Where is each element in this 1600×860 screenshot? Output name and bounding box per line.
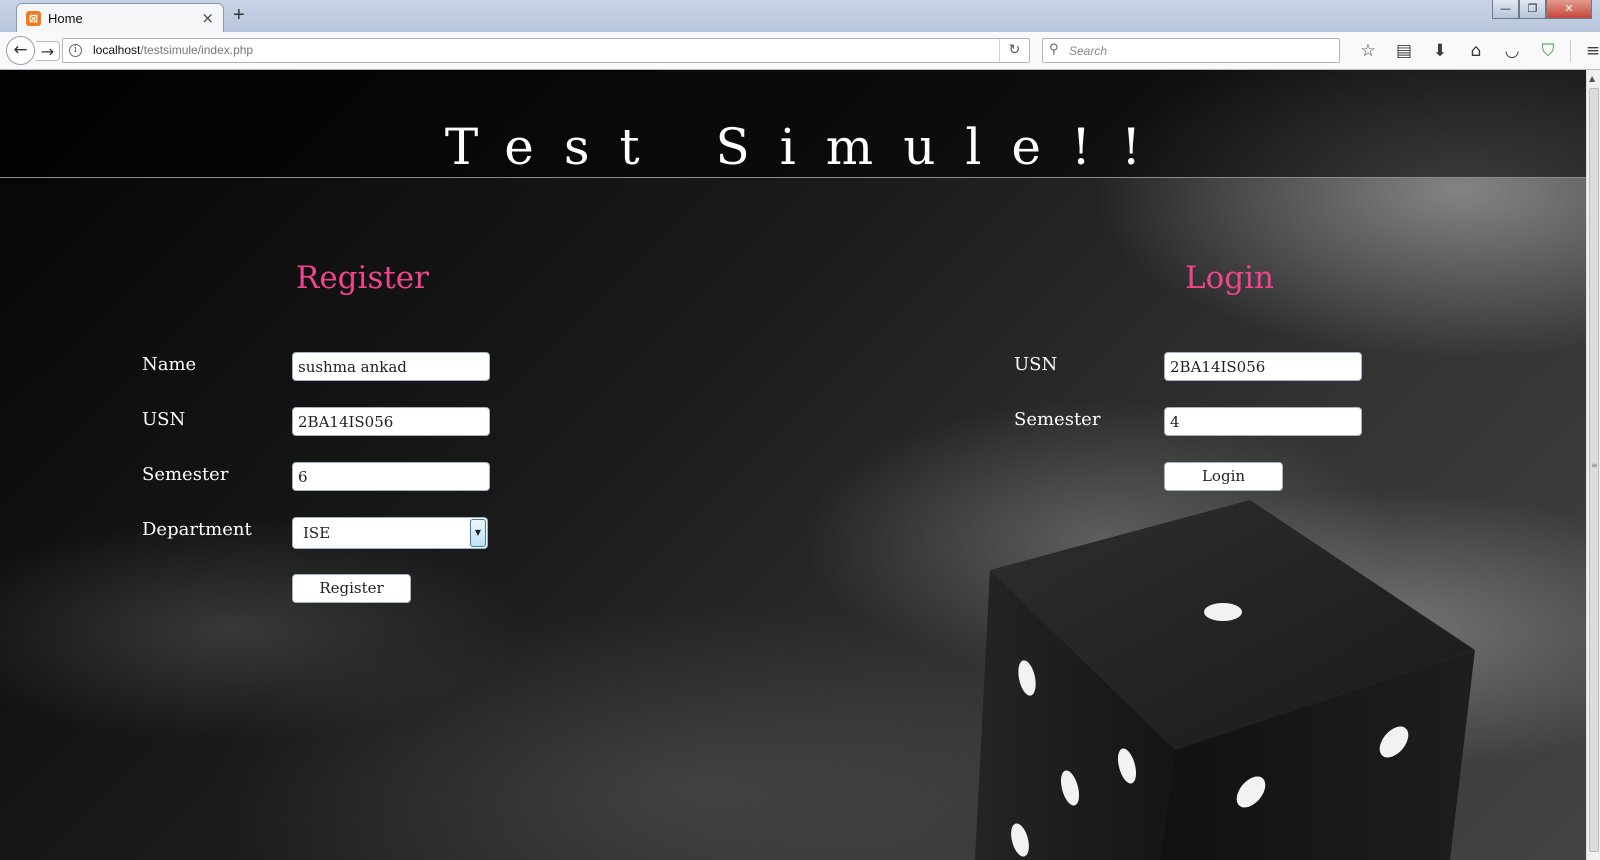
tab-close-icon[interactable]: × xyxy=(201,9,214,27)
register-name-label: Name xyxy=(142,354,197,375)
star-icon[interactable]: ☆ xyxy=(1350,40,1386,62)
scroll-up-icon[interactable]: ▲ xyxy=(1589,74,1595,83)
page-header: Test Simule!! xyxy=(0,70,1586,178)
register-semester-input[interactable] xyxy=(292,462,490,491)
xampp-favicon-icon: ⊠ xyxy=(26,11,41,26)
login-usn-input[interactable] xyxy=(1164,352,1362,381)
back-button[interactable]: ← xyxy=(6,36,35,65)
login-button[interactable]: Login xyxy=(1164,462,1283,491)
register-heading: Register xyxy=(296,260,429,296)
login-usn-label: USN xyxy=(1014,354,1058,375)
chevron-down-icon[interactable]: ▼ xyxy=(470,519,486,547)
page-scrollbar[interactable]: ▲ ≡ xyxy=(1586,70,1600,860)
tab-home[interactable]: ⊠ Home × xyxy=(16,3,224,32)
tab-bar: ⊠ Home × + — ❐ ✕ xyxy=(0,0,1600,32)
department-selected-value: ISE xyxy=(303,524,331,542)
arrow-left-icon: ← xyxy=(13,40,28,60)
search-placeholder: Search xyxy=(1069,44,1108,58)
address-bar[interactable]: i localhost/testsimule/index.php ↻ xyxy=(62,38,1030,63)
navigation-bar: ← → i localhost/testsimule/index.php ↻ ⚲… xyxy=(0,32,1600,70)
register-semester-label: Semester xyxy=(142,464,229,485)
url-text[interactable]: localhost/testsimule/index.php xyxy=(93,43,253,57)
login-semester-label: Semester xyxy=(1014,409,1101,430)
tab-title: Home xyxy=(48,11,83,26)
minimize-button[interactable]: — xyxy=(1492,0,1519,19)
register-name-input[interactable] xyxy=(292,352,490,381)
department-select[interactable]: ISE ▼ xyxy=(292,517,488,549)
arrow-right-icon: → xyxy=(40,42,55,61)
dice-image xyxy=(975,500,1475,860)
restore-button[interactable]: ❐ xyxy=(1519,0,1546,19)
url-host: localhost xyxy=(93,43,141,57)
site-title: Test Simule!! xyxy=(444,118,1172,176)
login-heading: Login xyxy=(1185,260,1274,296)
pocket-icon[interactable]: ◡ xyxy=(1494,40,1530,62)
login-semester-input[interactable] xyxy=(1164,407,1362,436)
toolbar-icons: ☆ ▤ ⬇ ⌂ ◡ ⛉ ≡ xyxy=(1350,40,1600,62)
search-bar[interactable]: ⚲ Search xyxy=(1042,38,1340,63)
reload-icon[interactable]: ↻ xyxy=(999,39,1029,62)
register-department-label: Department xyxy=(142,519,252,540)
url-path: /testsimule/index.php xyxy=(140,43,254,57)
home-icon[interactable]: ⌂ xyxy=(1458,40,1494,62)
toolbar-divider xyxy=(1570,40,1571,62)
new-tab-button[interactable]: + xyxy=(233,4,245,27)
menu-icon[interactable]: ≡ xyxy=(1575,40,1600,62)
register-usn-label: USN xyxy=(142,409,186,430)
shield-icon[interactable]: ⛉ xyxy=(1530,40,1566,62)
scroll-thumb[interactable]: ≡ xyxy=(1589,88,1599,852)
window-controls: — ❐ ✕ xyxy=(1492,0,1592,20)
page-content: Test Simule!! Register Name USN Semester… xyxy=(0,70,1586,860)
download-icon[interactable]: ⬇ xyxy=(1422,40,1458,62)
scroll-grip-icon: ≡ xyxy=(1591,461,1598,470)
forward-button[interactable]: → xyxy=(36,41,60,61)
search-icon: ⚲ xyxy=(1049,42,1059,57)
reading-list-icon[interactable]: ▤ xyxy=(1386,40,1422,62)
register-button[interactable]: Register xyxy=(292,574,411,603)
info-icon[interactable]: i xyxy=(69,44,82,57)
close-window-button[interactable]: ✕ xyxy=(1546,0,1592,19)
register-usn-input[interactable] xyxy=(292,407,490,436)
